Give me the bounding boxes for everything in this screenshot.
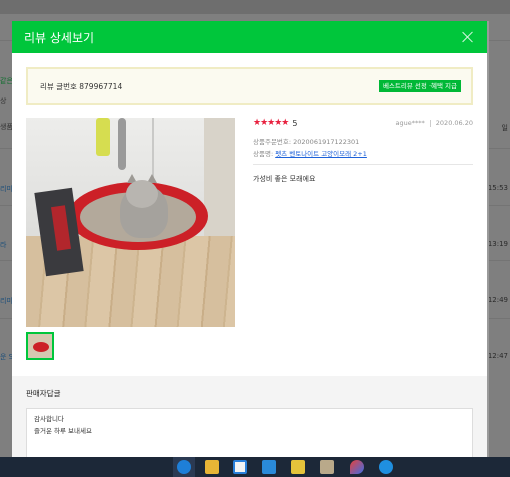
background-label: 리미 (0, 297, 13, 305)
background-label: 생품 (0, 123, 13, 131)
paint-icon[interactable] (350, 460, 364, 474)
background-topbar (0, 0, 510, 14)
review-meta: ague**** 2020.06.20 (396, 119, 473, 127)
review-detail-modal: 리뷰 상세보기 리뷰 글번호 879967714 베스트리뷰 선정 ·혜택 지급 (12, 21, 487, 457)
modal-header: 리뷰 상세보기 (12, 21, 487, 53)
background-left-column: 같은 상 생품 리미 라 리미 운 S (0, 60, 13, 370)
review-details: ★★★★★ 5 ague**** 2020.06.20 상품주문번호: 2020… (235, 118, 473, 360)
store-icon[interactable] (233, 460, 247, 474)
file-explorer-icon[interactable] (205, 460, 219, 474)
background-right-column: 일 15:53 13:19 12:49 12:47 (486, 60, 510, 370)
background-label: 일 (501, 124, 508, 132)
review-author: ague**** (395, 119, 425, 127)
seller-reply-section: 판매자답글 감사합니다 즐거운 하루 보내세요 (12, 376, 487, 457)
star-icon: ★★★★★ (253, 118, 289, 128)
seller-reply-title: 판매자답글 (26, 389, 61, 398)
photo-thumbnail[interactable] (26, 332, 54, 360)
background-label: 리미 (0, 185, 13, 193)
product-name-link[interactable]: 펫츠 벤토나이트 고양이모래 2+1 (275, 150, 367, 158)
background-label: 라 (0, 241, 7, 249)
edge-icon[interactable] (177, 460, 191, 474)
photo-column (26, 118, 235, 360)
review-info-box: 리뷰 글번호 879967714 베스트리뷰 선정 ·혜택 지급 (26, 67, 473, 105)
product-label: 상품명: (253, 150, 276, 158)
rating: ★★★★★ 5 (253, 118, 297, 128)
app-icon-2[interactable] (320, 460, 334, 474)
product-line: 상품명: 펫츠 벤토나이트 고양이모래 2+1 (253, 148, 473, 158)
mail-icon[interactable] (262, 460, 276, 474)
background-time: 12:47 (487, 352, 508, 360)
rating-row: ★★★★★ 5 ague**** 2020.06.20 (253, 118, 473, 128)
close-icon[interactable] (461, 30, 475, 44)
background-label: 상 (0, 97, 7, 105)
best-review-badge: 베스트리뷰 선정 ·혜택 지급 (378, 79, 461, 93)
review-date: 2020.06.20 (435, 119, 473, 127)
photo-scoop-handle (118, 118, 126, 170)
rating-score: 5 (292, 118, 298, 128)
taskbar (0, 457, 510, 477)
review-number: 리뷰 글번호 879967714 (40, 81, 123, 91)
order-number: 상품주문번호: 2020061917122301 (253, 138, 360, 146)
seller-reply-box[interactable]: 감사합니다 즐거운 하루 보내세요 (26, 408, 473, 457)
background-time: 12:49 (487, 296, 508, 304)
photo-scoop (96, 118, 110, 156)
thumbnail-basin (33, 342, 49, 352)
scrollbar[interactable] (487, 21, 489, 457)
background-label: 같은 (0, 77, 13, 85)
photo-door (204, 118, 235, 253)
background-time: 15:53 (487, 184, 508, 192)
modal-body: 리뷰 글번호 879967714 베스트리뷰 선정 ·혜택 지급 ★★★★★ 5… (12, 53, 487, 360)
background-time: 13:19 (487, 240, 508, 248)
meta-separator (429, 119, 431, 127)
divider (253, 164, 473, 165)
ie-icon[interactable] (379, 460, 393, 474)
review-text: 가성비 좋은 모래에요 (253, 175, 316, 183)
modal-title: 리뷰 상세보기 (24, 30, 95, 45)
review-photo[interactable] (26, 118, 235, 327)
photo-cat-head (126, 180, 158, 208)
review-content: ★★★★★ 5 ague**** 2020.06.20 상품주문번호: 2020… (26, 118, 473, 360)
app-icon[interactable] (291, 460, 305, 474)
